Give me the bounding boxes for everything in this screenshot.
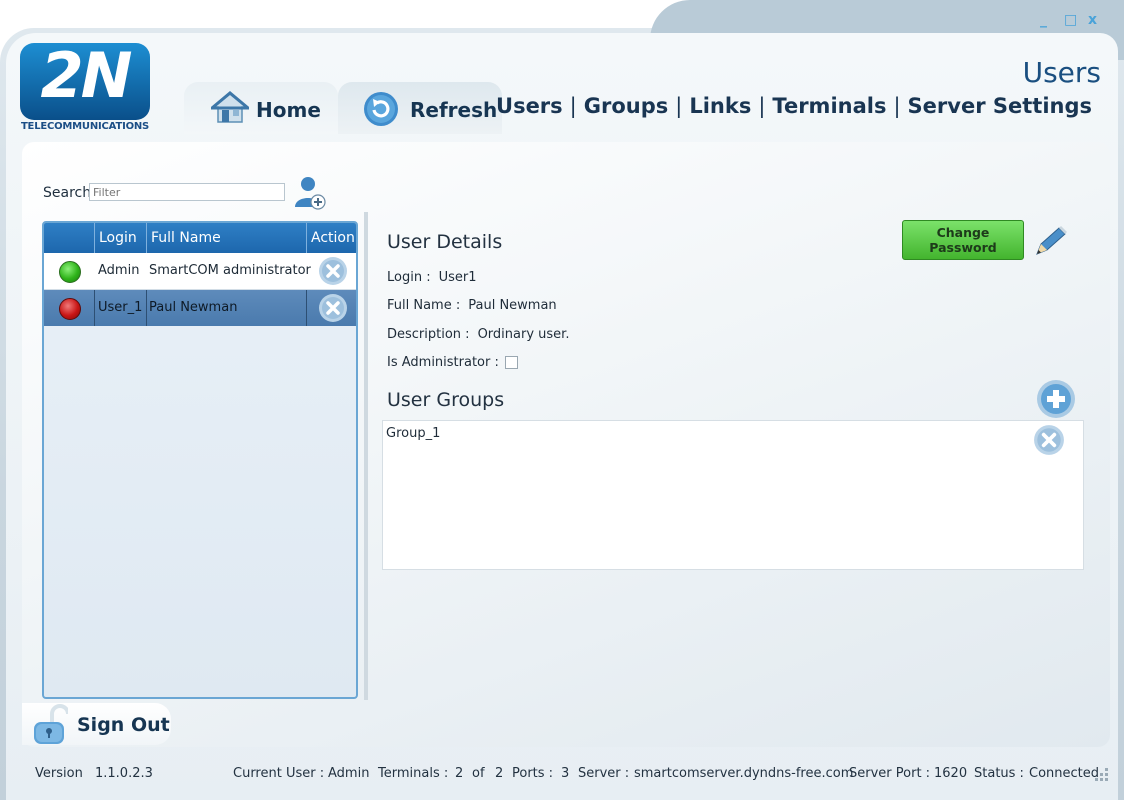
full-name-field: Full Name : Paul Newman (387, 298, 557, 313)
table-row-selected[interactable]: User_1 Paul Newman (44, 290, 356, 326)
cell-login: Admin (98, 263, 140, 278)
cell-divider (94, 290, 95, 326)
tab-refresh-label: Refresh (410, 98, 498, 122)
header-full-name[interactable]: Full Name (146, 223, 306, 253)
user-groups-title: User Groups (387, 389, 505, 411)
status-label: Status : (974, 766, 1024, 781)
status-offline-icon (59, 298, 81, 320)
logo-mark: 2N (40, 39, 132, 112)
nav-groups[interactable]: Groups (584, 94, 669, 118)
minimize-button[interactable]: _ (1040, 12, 1047, 28)
home-icon (211, 91, 249, 123)
nav-separator: | (569, 94, 577, 118)
description-label: Description : (387, 327, 470, 342)
pencil-icon[interactable] (1033, 224, 1069, 258)
version-label: Version (35, 766, 83, 781)
is-admin-field: Is Administrator : (387, 355, 518, 370)
close-button[interactable]: x (1088, 12, 1097, 28)
add-icon[interactable] (1036, 379, 1076, 419)
ports-label: Ports : (512, 766, 554, 781)
nav-separator: | (758, 94, 766, 118)
server-port-value: 1620 (934, 766, 968, 781)
table-row[interactable]: Admin SmartCOM administrator (44, 253, 356, 290)
terminals-total: 2 (495, 766, 504, 781)
page-title: Users (1022, 56, 1101, 89)
delete-icon[interactable] (1033, 424, 1065, 456)
logo: 2N (20, 39, 150, 120)
terminals-of: of (472, 766, 485, 781)
cell-divider (146, 290, 147, 326)
app-window: _ □ x 2N TELECOMMUNICATIONS Home Refresh… (0, 0, 1124, 800)
users-grid: Login Full Name Action Admin SmartCOM ad… (42, 221, 358, 699)
cell-full-name: Paul Newman (149, 300, 238, 315)
is-admin-label: Is Administrator : (387, 355, 499, 370)
nav-users[interactable]: Users (496, 94, 563, 118)
is-admin-checkbox[interactable] (504, 356, 518, 369)
version-value: 1.1.0.2.3 (95, 766, 153, 781)
server-value: smartcomserver.dyndns-free.com (634, 766, 854, 781)
ports-value: 3 (561, 766, 570, 781)
status-online-icon (59, 261, 81, 283)
terminals-count: 2 (455, 766, 464, 781)
tab-home-label: Home (256, 98, 321, 122)
refresh-icon (364, 92, 398, 126)
header-status (44, 223, 94, 253)
delete-icon[interactable] (318, 256, 348, 286)
full-name-value: Paul Newman (468, 298, 557, 313)
description-value: Ordinary user. (477, 327, 570, 342)
login-field: Login : User1 (387, 270, 477, 285)
user-groups-list: Group_1 (382, 420, 1084, 570)
top-nav: Users | Groups | Links | Terminals | Server Sett… (496, 94, 1092, 118)
list-item[interactable]: Group_1 (386, 426, 440, 441)
change-password-button[interactable]: Change Password (902, 220, 1024, 260)
nav-terminals[interactable]: Terminals (772, 94, 886, 118)
login-value: User1 (438, 270, 477, 285)
header-login[interactable]: Login (94, 223, 146, 253)
header-action: Action (306, 223, 356, 253)
current-user-value: Admin (328, 766, 370, 781)
login-label: Login : (387, 270, 431, 285)
status-bar: Version 1.1.0.2.3 Current User : Admin T… (0, 756, 1124, 792)
search-label: Search (43, 185, 92, 201)
cell-divider (306, 290, 307, 326)
nav-separator: | (675, 94, 683, 118)
server-port-label: Server Port : (849, 766, 931, 781)
status-value: Connected (1029, 766, 1100, 781)
panel-splitter[interactable] (364, 212, 368, 700)
lock-icon (34, 704, 68, 744)
terminals-label: Terminals : (378, 766, 449, 781)
delete-icon[interactable] (318, 293, 348, 323)
cell-full-name: SmartCOM administrator (149, 263, 311, 278)
full-name-label: Full Name : (387, 298, 461, 313)
description-field: Description : Ordinary user. (387, 327, 569, 342)
sign-out-label: Sign Out (77, 714, 170, 736)
cell-login: User_1 (98, 300, 143, 315)
resize-grip-icon[interactable] (1094, 766, 1110, 784)
tab-refresh[interactable]: Refresh (338, 82, 502, 134)
grid-header: Login Full Name Action (44, 223, 356, 253)
user-details-title: User Details (387, 231, 503, 253)
nav-server-settings[interactable]: Server Settings (908, 94, 1092, 118)
sign-out-button[interactable]: Sign Out (22, 703, 171, 745)
add-user-icon[interactable] (293, 175, 327, 211)
nav-separator: | (893, 94, 901, 118)
maximize-button[interactable]: □ (1064, 12, 1077, 28)
logo-subtitle: TELECOMMUNICATIONS (20, 121, 150, 132)
nav-links[interactable]: Links (689, 94, 751, 118)
search-input[interactable] (89, 183, 285, 201)
current-user-label: Current User : (233, 766, 325, 781)
tab-home[interactable]: Home (184, 82, 338, 134)
server-label: Server : (578, 766, 630, 781)
